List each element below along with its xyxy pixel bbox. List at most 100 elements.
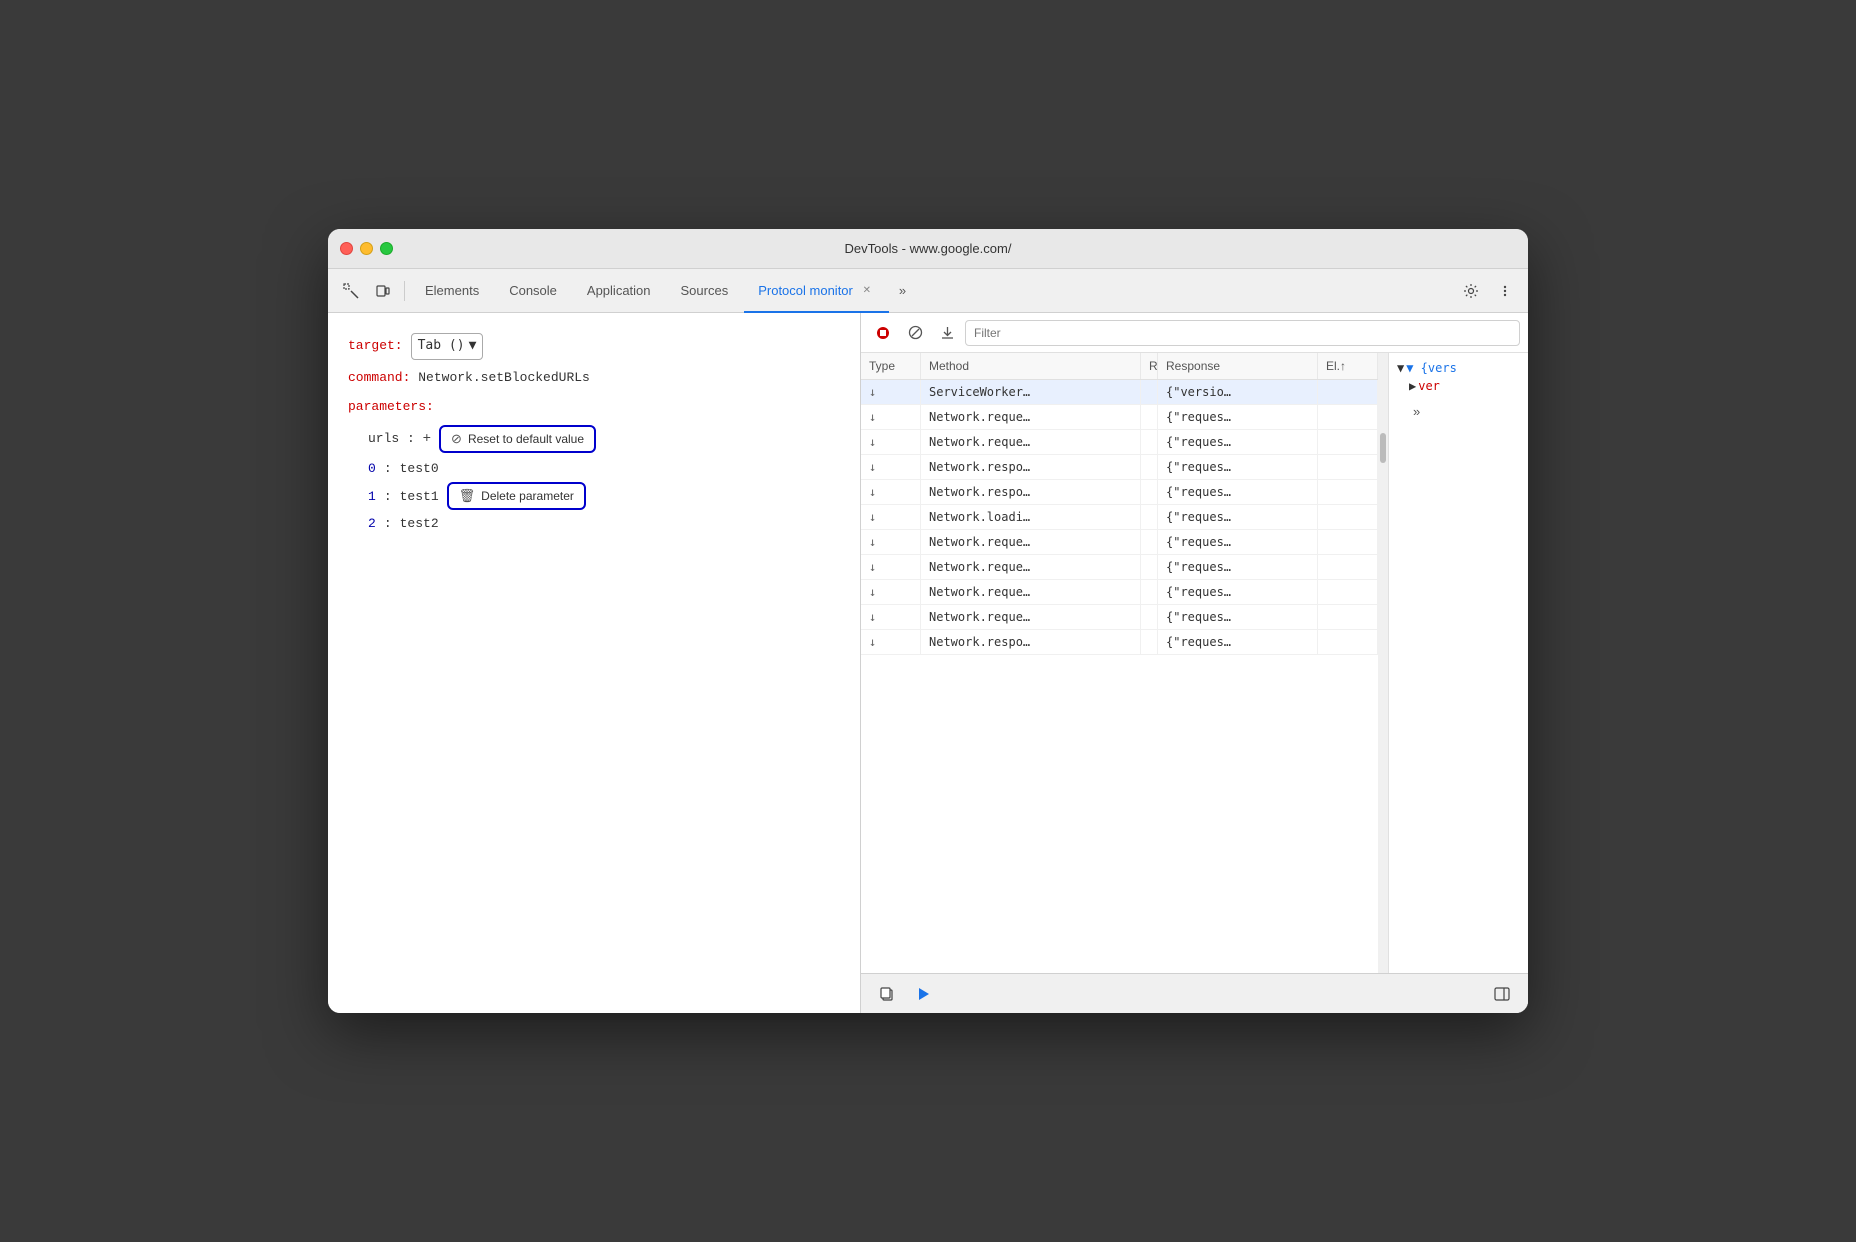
parameters-label: parameters: — [348, 399, 434, 414]
main-content: target: Tab () ▼ command: Network.setBlo… — [328, 313, 1528, 1013]
table-row[interactable]: ↓ Network.loadi… {"reques… — [861, 505, 1378, 530]
settings-icon[interactable] — [1456, 276, 1486, 306]
table-row[interactable]: ↓ Network.respo… {"reques… — [861, 630, 1378, 655]
cell-type: ↓ — [861, 630, 921, 654]
cell-request — [1141, 455, 1158, 479]
param-separator-2: : — [384, 516, 392, 531]
cell-request — [1141, 530, 1158, 554]
cell-request — [1141, 505, 1158, 529]
param-value-0: test0 — [400, 461, 439, 476]
pm-toolbar — [861, 313, 1528, 353]
cell-method: Network.reque… — [921, 530, 1141, 554]
cell-elapsed — [1318, 430, 1378, 454]
bottom-bar — [861, 973, 1528, 1013]
cell-response: {"reques… — [1158, 430, 1318, 454]
table-row[interactable]: ↓ Network.respo… {"reques… — [861, 455, 1378, 480]
right-panel-content: Type Method Requ… Response El.↑ ↓ Servic… — [861, 353, 1528, 973]
delete-parameter-button[interactable]: 🗑 Delete parameter — [447, 482, 586, 510]
cell-request — [1141, 430, 1158, 454]
col-header-method: Method — [921, 353, 1141, 379]
cell-type: ↓ — [861, 555, 921, 579]
sidebar-toggle-button[interactable] — [1488, 980, 1516, 1008]
bottom-right-actions — [1488, 980, 1516, 1008]
preview-more-button[interactable]: » — [1405, 397, 1428, 425]
table-row[interactable]: ↓ Network.respo… {"reques… — [861, 480, 1378, 505]
more-tabs-button[interactable]: » — [891, 277, 914, 305]
cell-type: ↓ — [861, 605, 921, 629]
param-separator-0: : — [384, 461, 392, 476]
col-header-type: Type — [861, 353, 921, 379]
cell-type: ↓ — [861, 480, 921, 504]
cell-method: ServiceWorker… — [921, 380, 1141, 404]
minimize-button[interactable] — [360, 242, 373, 255]
scrollbar-thumb[interactable] — [1380, 433, 1386, 463]
cell-method: Network.respo… — [921, 480, 1141, 504]
reset-to-default-button[interactable]: ⊘ Reset to default value — [439, 425, 596, 453]
command-label: command: — [348, 370, 410, 385]
param-row-1: 1 : test1 🗑 Delete parameter — [348, 482, 840, 510]
tab-sources[interactable]: Sources — [667, 269, 743, 313]
table-row[interactable]: ↓ Network.reque… {"reques… — [861, 530, 1378, 555]
download-button[interactable] — [933, 319, 961, 347]
cell-request — [1141, 555, 1158, 579]
table-row[interactable]: ↓ Network.reque… {"reques… — [861, 605, 1378, 630]
preview-more-btn[interactable]: » — [1397, 397, 1520, 425]
table-row[interactable]: ↓ ServiceWorker… {"versio… — [861, 380, 1378, 405]
filter-input[interactable] — [965, 320, 1520, 346]
cell-type: ↓ — [861, 380, 921, 404]
clear-button[interactable] — [901, 319, 929, 347]
target-dropdown[interactable]: Tab () ▼ — [411, 333, 484, 360]
cell-elapsed — [1318, 630, 1378, 654]
run-command-button[interactable] — [909, 980, 937, 1008]
table-row[interactable]: ↓ Network.reque… {"reques… — [861, 405, 1378, 430]
cell-type: ↓ — [861, 505, 921, 529]
table-row[interactable]: ↓ Network.reque… {"reques… — [861, 580, 1378, 605]
param-separator-1: : — [384, 489, 392, 504]
pm-table-scroll[interactable]: ↓ ServiceWorker… {"versio… ↓ Network.req… — [861, 380, 1378, 973]
stop-recording-button[interactable] — [869, 319, 897, 347]
maximize-button[interactable] — [380, 242, 393, 255]
copy-icon[interactable] — [873, 980, 901, 1008]
cell-request — [1141, 480, 1158, 504]
cell-response: {"reques… — [1158, 480, 1318, 504]
tab-console[interactable]: Console — [495, 269, 571, 313]
param-row-0: 0 : test0 — [348, 461, 840, 476]
pm-table-container: Type Method Requ… Response El.↑ ↓ Servic… — [861, 353, 1378, 973]
param-row-2: 2 : test2 — [348, 516, 840, 531]
left-panel: target: Tab () ▼ command: Network.setBlo… — [328, 313, 861, 1013]
urls-row: urls : + ⊘ Reset to default value — [348, 425, 840, 453]
main-toolbar: Elements Console Application Sources Pro… — [328, 269, 1528, 313]
target-label: target: — [348, 336, 403, 357]
cell-response: {"reques… — [1158, 455, 1318, 479]
tab-protocol-monitor[interactable]: Protocol monitor ✕ — [744, 269, 889, 313]
cell-request — [1141, 580, 1158, 604]
cell-type: ↓ — [861, 430, 921, 454]
tab-elements[interactable]: Elements — [411, 269, 493, 313]
bottom-left-actions — [873, 980, 937, 1008]
right-panel: Type Method Requ… Response El.↑ ↓ Servic… — [861, 313, 1528, 1013]
cell-elapsed — [1318, 380, 1378, 404]
device-toolbar-icon[interactable] — [368, 276, 398, 306]
cell-type: ↓ — [861, 405, 921, 429]
cell-method: Network.respo… — [921, 630, 1141, 654]
table-row[interactable]: ↓ Network.reque… {"reques… — [861, 430, 1378, 455]
cell-request — [1141, 630, 1158, 654]
cell-elapsed — [1318, 480, 1378, 504]
add-url-button[interactable]: + — [423, 431, 431, 447]
tab-close-icon[interactable]: ✕ — [859, 282, 875, 298]
cell-elapsed — [1318, 580, 1378, 604]
col-header-elapsed: El.↑ — [1318, 353, 1378, 379]
table-row[interactable]: ↓ Network.reque… {"reques… — [861, 555, 1378, 580]
col-header-request: Requ… — [1141, 353, 1158, 379]
scrollbar[interactable] — [1378, 353, 1388, 973]
customize-icon[interactable] — [1490, 276, 1520, 306]
tab-application[interactable]: Application — [573, 269, 665, 313]
cell-elapsed — [1318, 555, 1378, 579]
preview-expand-row[interactable]: ▼ ▼ {vers — [1397, 361, 1520, 375]
cell-method: Network.loadi… — [921, 505, 1141, 529]
preview-child-row[interactable]: ▶ ver — [1397, 379, 1520, 393]
close-button[interactable] — [340, 242, 353, 255]
preview-panel: ▼ ▼ {vers ▶ ver » — [1388, 353, 1528, 973]
inspect-element-icon[interactable] — [336, 276, 366, 306]
cell-elapsed — [1318, 455, 1378, 479]
